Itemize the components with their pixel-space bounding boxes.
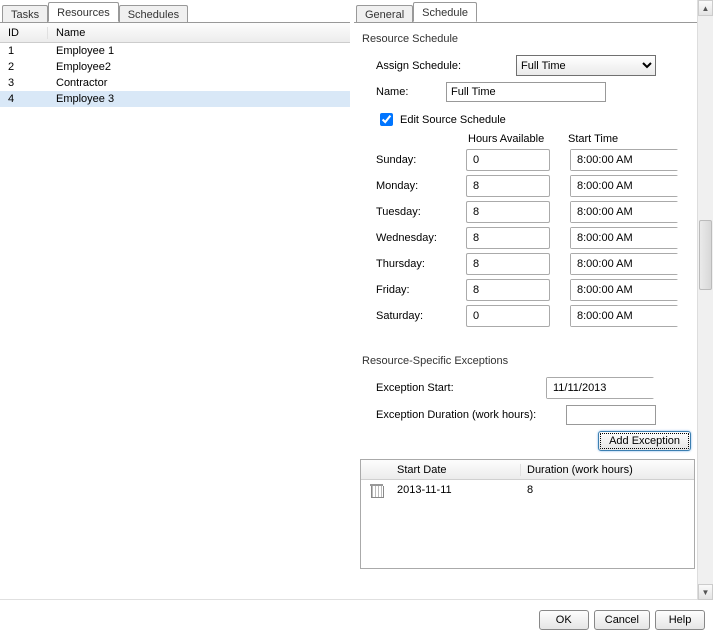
hours-available-input[interactable] [466, 149, 550, 171]
dialog-footer: OK Cancel Help [539, 610, 705, 630]
start-time-header: Start Time [566, 133, 686, 145]
exception-duration-input[interactable] [566, 405, 656, 425]
hours-available-header: Hours Available [466, 133, 566, 145]
tab-general[interactable]: General [356, 5, 413, 23]
exception-row-duration: 8 [521, 484, 694, 496]
schedule-name-label: Name: [376, 86, 446, 98]
day-row: Wednesday: ▲▼ [376, 227, 695, 249]
exception-start-datepicker[interactable]: ▦▾ [546, 377, 654, 399]
hours-available-input[interactable] [466, 227, 550, 249]
right-tabs: General Schedule [354, 0, 713, 22]
exception-duration-label: Exception Duration (work hours): [376, 409, 566, 421]
start-time-spinner[interactable]: ▲▼ [570, 149, 678, 171]
day-label: Saturday: [376, 310, 466, 322]
hours-available-input[interactable] [466, 305, 550, 327]
day-row: Sunday: ▲▼ [376, 149, 695, 171]
start-time-input[interactable] [571, 176, 713, 196]
resource-row[interactable]: 1Employee 1 [0, 43, 350, 59]
scroll-up-icon[interactable]: ▲ [698, 0, 713, 16]
resource-id: 4 [0, 93, 48, 105]
day-label: Wednesday: [376, 232, 466, 244]
trash-icon[interactable] [371, 484, 382, 497]
start-time-spinner[interactable]: ▲▼ [570, 175, 678, 197]
day-row: Monday: ▲▼ [376, 175, 695, 197]
resource-name: Employee 3 [48, 93, 350, 105]
start-time-input[interactable] [571, 254, 713, 274]
exceptions-col-start[interactable]: Start Date [391, 464, 521, 476]
vertical-scrollbar[interactable]: ▲ ▼ [697, 0, 713, 600]
edit-source-schedule-checkbox[interactable] [380, 113, 393, 126]
assign-schedule-select[interactable]: Full Time [516, 55, 656, 76]
start-time-input[interactable] [571, 306, 713, 326]
start-time-spinner[interactable]: ▲▼ [570, 305, 678, 327]
left-tabs: Tasks Resources Schedules [0, 0, 350, 22]
exceptions-col-duration[interactable]: Duration (work hours) [521, 464, 694, 476]
cancel-button[interactable]: Cancel [594, 610, 650, 630]
schedule-name-input[interactable] [446, 82, 606, 102]
assign-schedule-label: Assign Schedule: [376, 60, 486, 72]
start-time-input[interactable] [571, 150, 713, 170]
hours-available-input[interactable] [466, 253, 550, 275]
hours-available-input[interactable] [466, 279, 550, 301]
exception-start-input[interactable] [547, 378, 701, 398]
start-time-spinner[interactable]: ▲▼ [570, 201, 678, 223]
day-label: Sunday: [376, 154, 466, 166]
add-exception-button[interactable]: Add Exception [598, 431, 691, 451]
col-header-name[interactable]: Name [48, 27, 350, 39]
start-time-spinner[interactable]: ▲▼ [570, 253, 678, 275]
resource-row[interactable]: 4Employee 3 [0, 91, 350, 107]
resource-id: 2 [0, 61, 48, 73]
day-label: Thursday: [376, 258, 466, 270]
exception-row-start: 2013-11-11 [391, 484, 521, 496]
start-time-input[interactable] [571, 202, 713, 222]
day-row: Thursday: ▲▼ [376, 253, 695, 275]
day-label: Monday: [376, 180, 466, 192]
tab-resources[interactable]: Resources [48, 2, 119, 22]
day-row: Saturday: ▲▼ [376, 305, 695, 327]
resource-name: Contractor [48, 77, 350, 89]
resource-id: 3 [0, 77, 48, 89]
resource-row[interactable]: 3Contractor [0, 75, 350, 91]
col-header-id[interactable]: ID [0, 27, 48, 39]
exceptions-table: Start Date Duration (work hours) 2013-11… [360, 459, 695, 569]
resource-name: Employee 1 [48, 45, 350, 57]
hours-available-input[interactable] [466, 201, 550, 223]
resource-schedule-group: Resource Schedule [360, 23, 695, 49]
exceptions-group: Resource-Specific Exceptions [360, 345, 695, 371]
tab-schedule[interactable]: Schedule [413, 2, 477, 22]
edit-source-schedule-label: Edit Source Schedule [400, 114, 506, 126]
resources-grid-header: ID Name [0, 23, 350, 43]
resource-id: 1 [0, 45, 48, 57]
start-time-spinner[interactable]: ▲▼ [570, 227, 678, 249]
tab-tasks[interactable]: Tasks [2, 5, 48, 23]
hours-available-input[interactable] [466, 175, 550, 197]
scroll-thumb[interactable] [699, 220, 712, 290]
resources-grid-body: 1Employee 12Employee23Contractor4Employe… [0, 43, 350, 107]
day-label: Friday: [376, 284, 466, 296]
day-row: Friday: ▲▼ [376, 279, 695, 301]
day-label: Tuesday: [376, 206, 466, 218]
scroll-down-icon[interactable]: ▼ [698, 584, 713, 600]
start-time-input[interactable] [571, 280, 713, 300]
exception-row[interactable]: 2013-11-118 [361, 480, 694, 500]
resource-row[interactable]: 2Employee2 [0, 59, 350, 75]
start-time-input[interactable] [571, 228, 713, 248]
help-button[interactable]: Help [655, 610, 705, 630]
resource-name: Employee2 [48, 61, 350, 73]
ok-button[interactable]: OK [539, 610, 589, 630]
tab-schedules[interactable]: Schedules [119, 5, 188, 23]
day-row: Tuesday: ▲▼ [376, 201, 695, 223]
exception-start-label: Exception Start: [376, 382, 546, 394]
start-time-spinner[interactable]: ▲▼ [570, 279, 678, 301]
